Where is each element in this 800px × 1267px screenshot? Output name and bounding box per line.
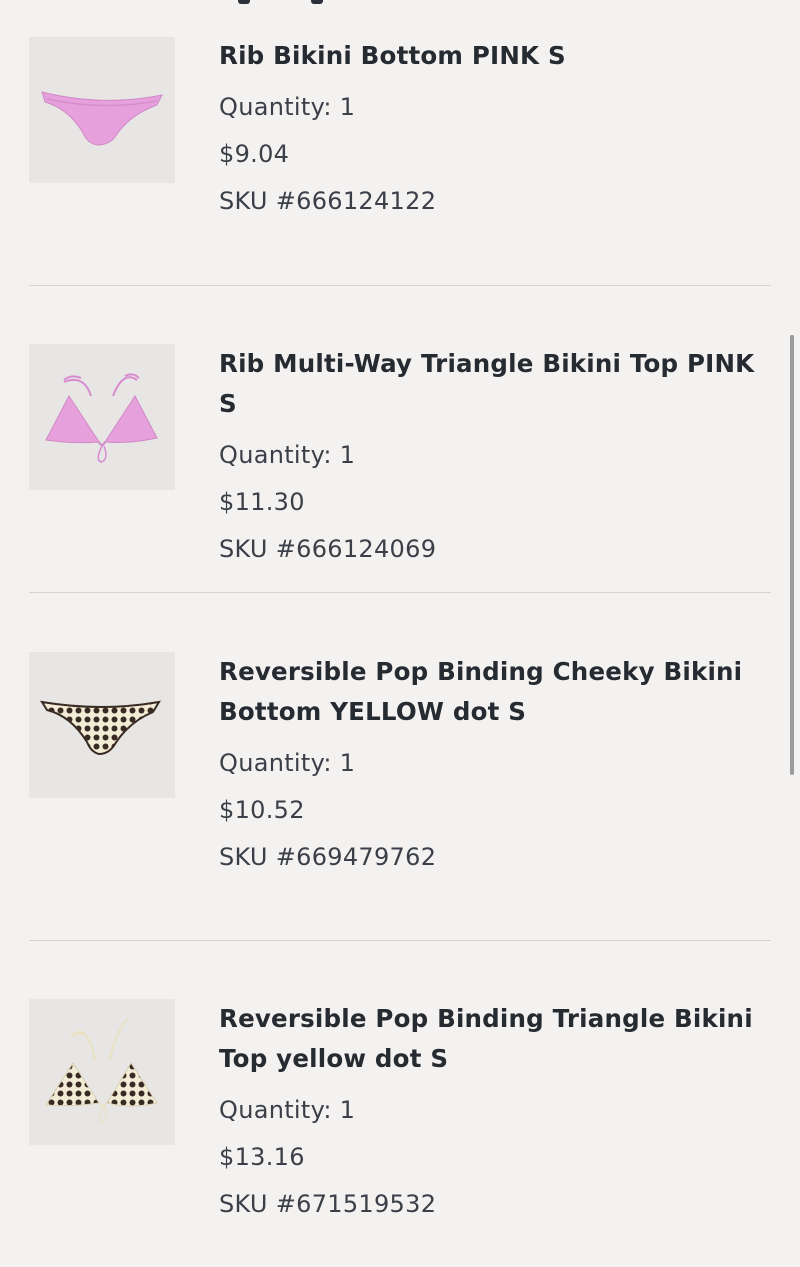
- item-divider: [29, 940, 771, 941]
- item-divider: [29, 592, 771, 593]
- product-name[interactable]: Reversible Pop Binding Triangle Bikini T…: [219, 999, 774, 1079]
- product-sku: SKU #666124069: [219, 535, 437, 563]
- heading-fragment: [311, 0, 323, 4]
- product-image[interactable]: [29, 652, 175, 798]
- polka-dot-triangle-bikini-top-image: [45, 1017, 158, 1124]
- product-name[interactable]: Rib Bikini Bottom PINK S: [219, 36, 774, 76]
- product-quantity: Quantity: 1: [219, 93, 356, 121]
- product-price: $10.52: [219, 796, 305, 824]
- polka-dot-bikini-bottom-image: [39, 700, 161, 756]
- product-quantity: Quantity: 1: [219, 441, 356, 469]
- product-quantity: Quantity: 1: [219, 1096, 356, 1124]
- product-name[interactable]: Rib Multi-Way Triangle Bikini Top PINK S: [219, 344, 774, 424]
- product-sku: SKU #666124122: [219, 187, 437, 215]
- cut-off-heading: [0, 0, 800, 6]
- product-price: $13.16: [219, 1143, 305, 1171]
- product-price: $9.04: [219, 140, 290, 168]
- product-price: $11.30: [219, 488, 305, 516]
- product-image[interactable]: [29, 37, 175, 183]
- product-sku: SKU #669479762: [219, 843, 437, 871]
- pink-triangle-bikini-top-image: [45, 373, 158, 463]
- product-image[interactable]: [29, 999, 175, 1145]
- heading-fragment: [238, 0, 250, 4]
- product-name[interactable]: Reversible Pop Binding Cheeky Bikini Bot…: [219, 652, 774, 732]
- product-quantity: Quantity: 1: [219, 749, 356, 777]
- product-sku: SKU #671519532: [219, 1190, 437, 1218]
- product-image[interactable]: [29, 344, 175, 490]
- item-divider: [29, 285, 771, 286]
- pink-bikini-bottom-image: [41, 91, 163, 146]
- scrollbar[interactable]: [790, 335, 794, 775]
